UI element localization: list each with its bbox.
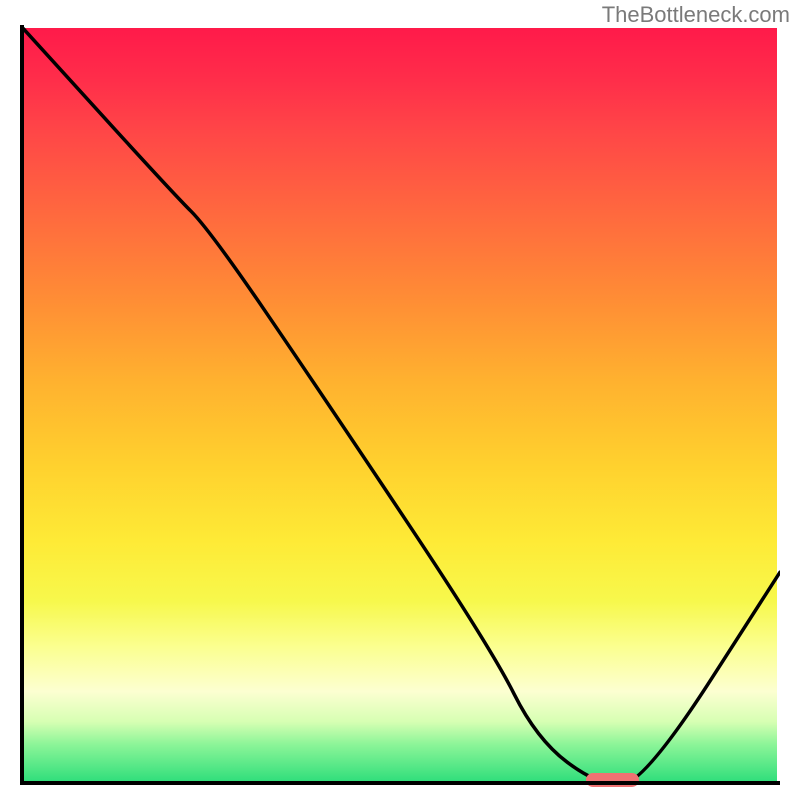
watermark-label: TheBottleneck.com xyxy=(602,2,790,28)
bottleneck-curve xyxy=(20,25,780,785)
plot-area xyxy=(20,25,780,785)
optimal-range-marker xyxy=(586,773,639,787)
chart-container: TheBottleneck.com xyxy=(0,0,800,800)
